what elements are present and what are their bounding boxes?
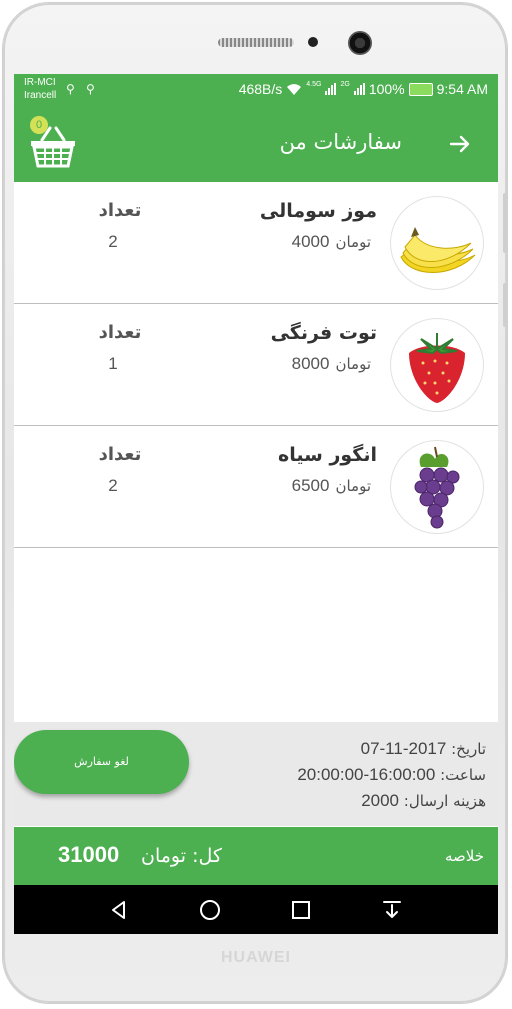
banana-image [390, 196, 484, 290]
product-price: تومان 6500 [292, 476, 371, 496]
order-details: لغو سفارش تاریخ: 07-11-2017 ساعت: 20:00:… [14, 722, 498, 826]
home-circle-icon[interactable] [199, 899, 221, 921]
basket-icon[interactable]: 0 [28, 116, 78, 168]
wifi-icon [287, 83, 302, 95]
recents-square-icon[interactable] [290, 899, 312, 921]
price-value: 8000 [291, 354, 330, 373]
arrow-right-icon[interactable] [448, 132, 472, 156]
status-bar: IR-MCI Irancell ⚲ ⚲ 468B/s 4.5G 2G 100% … [14, 74, 498, 106]
currency-label: تومان [335, 477, 371, 495]
price-value: 4000 [291, 232, 330, 251]
clock: 9:54 AM [436, 81, 488, 97]
front-camera [348, 31, 372, 55]
shipping-row: هزینه ارسال: 2000 [297, 788, 486, 814]
product-name: موز سومالی [259, 200, 377, 222]
system-nav-bar [14, 885, 498, 934]
cart-count-badge: 0 [30, 116, 48, 134]
brand-logo: HUAWEI [221, 949, 291, 966]
summary-bar: خلاصه کل: تومان 31000 [14, 827, 498, 885]
network-type-2: 2G [340, 81, 350, 88]
cancel-order-button[interactable]: لغو سفارش [14, 730, 189, 794]
notification-pull-icon[interactable] [381, 899, 403, 921]
price-value: 6500 [291, 476, 330, 495]
order-item[interactable]: انگور سیاه تومان 6500 تعداد 2 [14, 426, 498, 548]
shipping-value: 2000 [361, 791, 400, 810]
order-list: موز سومالی تومان 4000 تعداد 2 توت فرنگی ت… [14, 182, 498, 548]
product-price: تومان 8000 [292, 354, 371, 374]
earpiece-speaker [218, 38, 294, 47]
shipping-label: هزینه ارسال: [403, 792, 486, 810]
product-name: توت فرنگی [270, 322, 377, 344]
proximity-sensor [308, 37, 318, 47]
quantity-label: تعداد [98, 444, 142, 465]
details-lines: تاریخ: 07-11-2017 ساعت: 20:00:00-16:00:0… [297, 736, 486, 814]
page-title: سفارشات من [279, 130, 402, 154]
signal-icon [353, 83, 365, 95]
carrier-2: Irancell [24, 90, 57, 101]
order-item[interactable]: توت فرنگی تومان 8000 تعداد 1 [14, 304, 498, 426]
currency-label: تومان [335, 355, 371, 373]
total-value: 31000 [58, 842, 120, 867]
time-label: ساعت: [440, 766, 486, 784]
currency-label: تومان [335, 233, 371, 251]
date-label: تاریخ: [451, 740, 486, 758]
signal-icon [325, 83, 337, 95]
product-name: انگور سیاه [278, 444, 377, 466]
order-item[interactable]: موز سومالی تومان 4000 تعداد 2 [14, 182, 498, 304]
screen: IR-MCI Irancell ⚲ ⚲ 468B/s 4.5G 2G 100% … [14, 74, 498, 934]
app-bar: 0 سفارشات من [14, 106, 498, 182]
time-row: ساعت: 20:00:00-16:00:00 [297, 762, 486, 788]
battery-charging-icon [408, 82, 433, 96]
time-value: 20:00:00-16:00:00 [297, 765, 436, 784]
quantity-value: 2 [108, 232, 118, 251]
usb-icon: ⚲ [66, 82, 75, 96]
volume-button [503, 193, 507, 253]
grapes-image [390, 440, 484, 534]
carrier-info: IR-MCI Irancell [24, 76, 56, 102]
power-button [503, 283, 507, 327]
carrier-1: IR-MCI [24, 77, 56, 88]
quantity-label: تعداد [98, 322, 142, 343]
quantity-value: 2 [108, 476, 118, 495]
quantity-label: تعداد [98, 200, 142, 221]
product-price: تومان 4000 [292, 232, 371, 252]
date-value: 07-11-2017 [360, 739, 447, 758]
total-label: کل: تومان [141, 845, 222, 867]
usb-icon: ⚲ [86, 82, 95, 96]
date-row: تاریخ: 07-11-2017 [297, 736, 486, 762]
back-triangle-icon[interactable] [108, 899, 130, 921]
status-right: 468B/s 4.5G 2G 100% 9:54 AM [239, 81, 488, 97]
strawberry-image [390, 318, 484, 412]
battery-percent: 100% [368, 81, 405, 97]
summary-label: خلاصه [444, 847, 484, 865]
network-speed: 468B/s [238, 81, 283, 97]
quantity-value: 1 [108, 354, 118, 373]
network-type: 4.5G [306, 81, 322, 88]
